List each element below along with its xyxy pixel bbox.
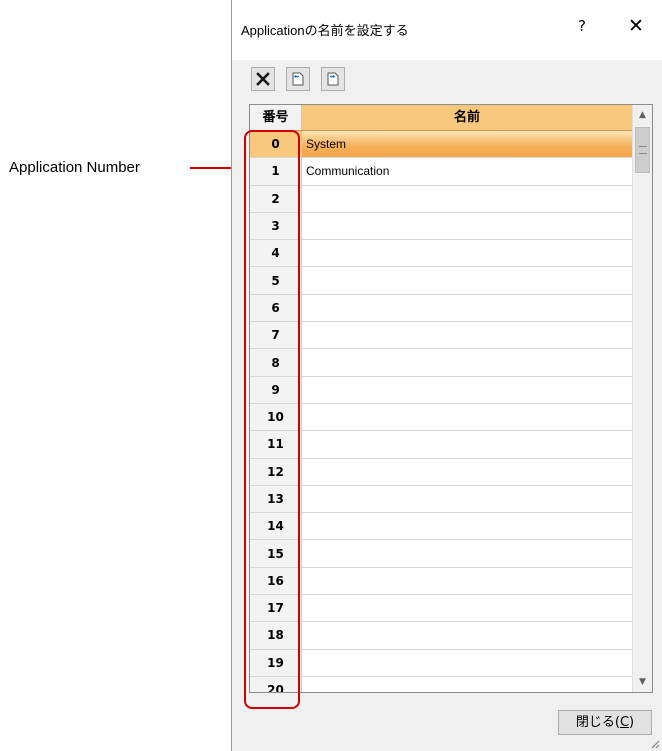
- row-name-cell[interactable]: [306, 677, 632, 692]
- resize-grip-icon[interactable]: [648, 737, 660, 749]
- table-row[interactable]: 12: [250, 458, 632, 486]
- row-name-cell[interactable]: [306, 540, 632, 566]
- table-row[interactable]: 3: [250, 212, 632, 241]
- row-name-cell[interactable]: System: [306, 131, 632, 157]
- application-number-highlight: [244, 130, 300, 709]
- row-name-cell[interactable]: [306, 650, 632, 676]
- row-name-cell[interactable]: [306, 186, 632, 212]
- scroll-down-icon[interactable]: ▼: [633, 672, 652, 692]
- delete-button[interactable]: [251, 67, 275, 91]
- table-row[interactable]: 2: [250, 185, 632, 213]
- column-header-name[interactable]: 名前: [302, 105, 632, 130]
- table-row[interactable]: 11: [250, 431, 632, 459]
- row-name-cell[interactable]: [306, 267, 632, 293]
- table-row[interactable]: 19: [250, 649, 632, 677]
- table-row[interactable]: 9: [250, 376, 632, 404]
- help-button[interactable]: ?: [572, 17, 592, 35]
- row-name-cell[interactable]: [306, 349, 632, 375]
- table-row[interactable]: 14: [250, 513, 632, 541]
- row-name-cell[interactable]: [306, 459, 632, 485]
- row-name-cell[interactable]: [306, 513, 632, 539]
- row-name-cell[interactable]: [306, 404, 632, 430]
- row-name-cell[interactable]: [306, 431, 632, 457]
- import-button[interactable]: [286, 67, 310, 91]
- row-name-cell[interactable]: [306, 213, 632, 239]
- scroll-thumb[interactable]: [635, 127, 650, 173]
- table-row[interactable]: 17: [250, 595, 632, 623]
- export-button[interactable]: [321, 67, 345, 91]
- close-icon[interactable]: ✕: [625, 15, 647, 37]
- table-row[interactable]: 6: [250, 294, 632, 323]
- row-name-cell[interactable]: Communication: [306, 158, 632, 184]
- table-row[interactable]: 15: [250, 540, 632, 568]
- close-button-label: 閉じる(: [575, 715, 620, 730]
- table-row[interactable]: 5: [250, 267, 632, 295]
- table-row[interactable]: 13: [250, 485, 632, 514]
- column-header-number[interactable]: 番号: [250, 105, 302, 130]
- table-row[interactable]: 8: [250, 349, 632, 377]
- table-row[interactable]: 16: [250, 567, 632, 596]
- row-name-cell[interactable]: [306, 295, 632, 321]
- table-row[interactable]: 20: [250, 676, 632, 692]
- table-row[interactable]: 18: [250, 622, 632, 650]
- import-icon: [292, 72, 304, 86]
- table-row[interactable]: 7: [250, 322, 632, 350]
- table-row[interactable]: 10: [250, 403, 632, 432]
- delete-icon: [256, 72, 270, 86]
- vertical-scrollbar[interactable]: ▲ ▼: [632, 105, 652, 692]
- table-row[interactable]: 0 System: [250, 131, 632, 159]
- close-dialog-button[interactable]: 閉じる(C): [558, 710, 652, 735]
- row-name-cell[interactable]: [306, 622, 632, 648]
- close-button-suffix: ): [629, 715, 635, 730]
- grid-rows: 0 System 1 Communication 2 3 4 5 6 7 8 9 10 11 12 13 14 1…: [250, 131, 632, 692]
- row-name-cell[interactable]: [306, 568, 632, 594]
- export-icon: [327, 72, 339, 86]
- row-name-cell[interactable]: [306, 377, 632, 403]
- title-bar: Applicationの名前を設定する ? ✕: [232, 0, 662, 60]
- row-name-cell[interactable]: [306, 486, 632, 512]
- annotation-label: Application Number: [9, 159, 140, 176]
- dialog-title: Applicationの名前を設定する: [241, 23, 409, 38]
- application-name-grid: 番号 名前 0 System 1 Communication 2 3 4 5 6 7 8 9 10 11 1…: [249, 104, 653, 693]
- row-name-cell[interactable]: [306, 322, 632, 348]
- scroll-up-icon[interactable]: ▲: [633, 105, 652, 125]
- row-name-cell[interactable]: [306, 595, 632, 621]
- table-row[interactable]: 4: [250, 240, 632, 268]
- close-button-mnemonic: C: [619, 715, 630, 730]
- row-name-cell[interactable]: [306, 240, 632, 266]
- grid-header: 番号 名前: [250, 105, 632, 131]
- table-row[interactable]: 1 Communication: [250, 158, 632, 186]
